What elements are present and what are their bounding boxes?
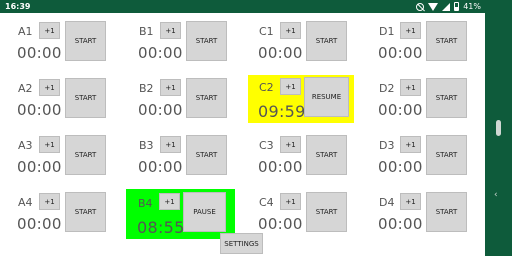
timer-time: 00:00 [378,158,423,176]
timer-label: C4 [259,196,274,209]
timer-time: 00:00 [378,215,423,233]
plus-one-button[interactable]: +1 [39,22,60,39]
timer-time: 00:00 [138,44,183,62]
timer-cell-a2: A2 00:00 +1 START [12,76,122,124]
timer-label: B2 [139,82,154,95]
timer-label: D4 [379,196,395,209]
plus-one-button[interactable]: +1 [160,79,181,96]
wifi-icon [428,2,439,11]
timer-cell-b1: B1 00:00 +1 START [133,19,243,67]
plus-one-button[interactable]: +1 [280,78,301,95]
timer-label: A4 [18,196,33,209]
timer-label: C3 [259,139,274,152]
timer-time: 00:00 [17,158,62,176]
start-button[interactable]: START [186,21,227,61]
settings-button[interactable]: SETTINGS [220,233,263,254]
timer-time: 00:00 [378,44,423,62]
start-button[interactable]: START [65,78,106,118]
app-root: 16:39 41% ‹ A1 00:00 +1 START B1 00:00 +… [0,0,512,256]
plus-one-button[interactable]: +1 [400,79,421,96]
plus-one-button[interactable]: +1 [160,136,181,153]
timer-cell-c2: C2 09:59 +1 RESUME [248,75,354,123]
timer-cell-b3: B3 00:00 +1 START [133,133,243,181]
start-button[interactable]: START [426,78,467,118]
timer-label: D2 [379,82,395,95]
plus-one-button[interactable]: +1 [159,193,180,210]
signal-icon [442,2,451,11]
timer-cell-d1: D1 00:00 +1 START [373,19,483,67]
plus-one-button[interactable]: +1 [280,136,301,153]
timer-cell-a4: A4 00:00 +1 START [12,190,122,238]
battery-percent: 41% [463,2,481,11]
plus-one-button[interactable]: +1 [39,79,60,96]
timer-time: 00:00 [138,101,183,119]
plus-one-button[interactable]: +1 [160,22,181,39]
resume-button[interactable]: RESUME [304,77,349,117]
timer-label: A2 [18,82,33,95]
timer-cell-d2: D2 00:00 +1 START [373,76,483,124]
status-icons: 41% [416,0,481,13]
plus-one-button[interactable]: +1 [39,136,60,153]
timer-cell-a1: A1 00:00 +1 START [12,19,122,67]
start-button[interactable]: START [426,192,467,232]
timer-label: B3 [139,139,154,152]
pause-button[interactable]: PAUSE [183,192,226,232]
plus-one-button[interactable]: +1 [400,22,421,39]
timer-time: 00:00 [17,44,62,62]
plus-one-button[interactable]: +1 [280,193,301,210]
timer-label: C2 [259,81,274,94]
timer-cell-d4: D4 00:00 +1 START [373,190,483,238]
battery-icon [454,2,460,11]
timer-cell-c3: C3 00:00 +1 START [253,133,363,181]
timer-label: C1 [259,25,274,38]
timer-time: 00:00 [258,215,303,233]
start-button[interactable]: START [65,192,106,232]
timer-time: 00:00 [138,158,183,176]
start-button[interactable]: START [306,192,347,232]
timer-time: 00:00 [258,158,303,176]
timer-time: 00:00 [17,101,62,119]
timer-time: 08:55 [137,218,185,237]
start-button[interactable]: START [65,21,106,61]
plus-one-button[interactable]: +1 [400,193,421,210]
timer-cell-b2: B2 00:00 +1 START [133,76,243,124]
timer-label: B4 [138,197,153,210]
timer-cell-d3: D3 00:00 +1 START [373,133,483,181]
start-button[interactable]: START [65,135,106,175]
start-button[interactable]: START [306,135,347,175]
timer-cell-a3: A3 00:00 +1 START [12,133,122,181]
plus-one-button[interactable]: +1 [280,22,301,39]
do-not-disturb-icon [416,2,425,11]
start-button[interactable]: START [306,21,347,61]
status-bar: 16:39 41% [0,0,485,13]
timer-cell-b4: B4 08:55 +1 PAUSE [126,189,235,239]
timer-label: D1 [379,25,395,38]
timer-time: 09:59 [258,102,306,121]
timer-cell-c1: C1 00:00 +1 START [253,19,363,67]
start-button[interactable]: START [186,135,227,175]
timer-label: A3 [18,139,33,152]
timer-label: B1 [139,25,154,38]
start-button[interactable]: START [426,21,467,61]
timer-time: 00:00 [378,101,423,119]
start-button[interactable]: START [426,135,467,175]
plus-one-button[interactable]: +1 [39,193,60,210]
status-time: 16:39 [5,2,31,11]
timer-label: A1 [18,25,33,38]
timer-cell-c4: C4 00:00 +1 START [253,190,363,238]
start-button[interactable]: START [186,78,227,118]
timer-label: D3 [379,139,395,152]
home-handle-icon[interactable] [496,120,501,136]
timer-time: 00:00 [17,215,62,233]
plus-one-button[interactable]: +1 [400,136,421,153]
navigation-bar: ‹ [485,0,512,256]
timer-time: 00:00 [258,44,303,62]
back-icon[interactable]: ‹ [494,191,503,200]
